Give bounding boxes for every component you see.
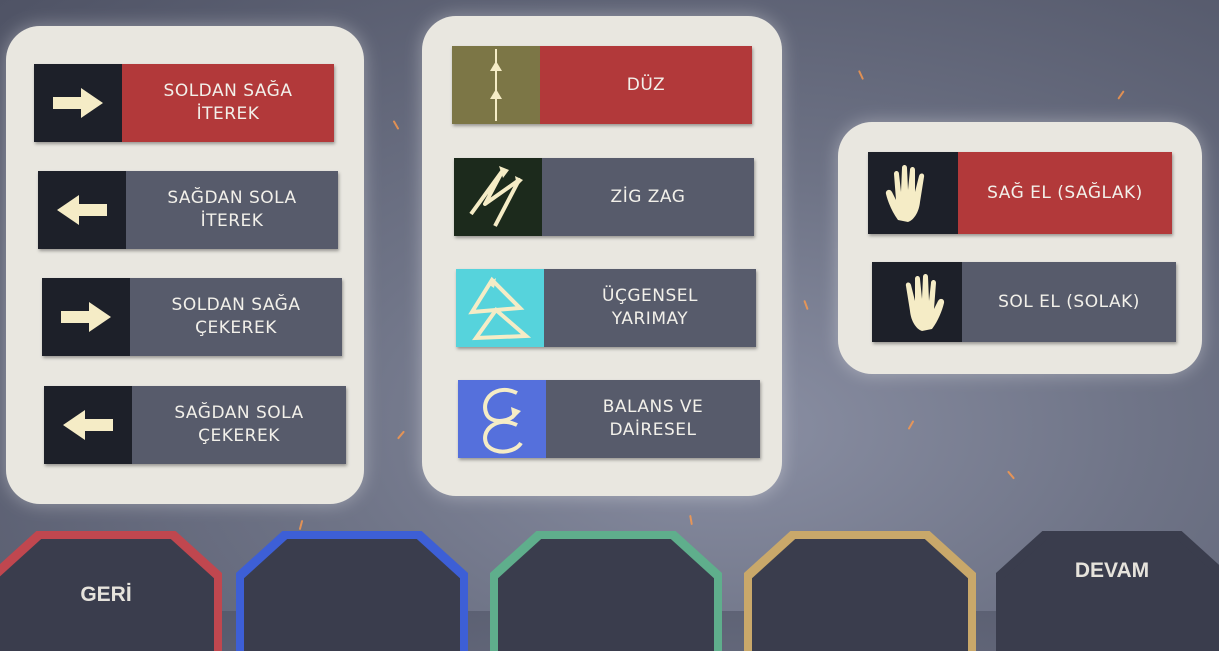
straight-line-icon bbox=[452, 46, 540, 124]
option-label: SAĞDAN SOLA İTEREK bbox=[126, 171, 338, 249]
option-label: ZİG ZAG bbox=[542, 158, 754, 236]
option-right-to-left-pull[interactable]: SAĞDAN SOLA ÇEKEREK bbox=[44, 386, 346, 464]
option-left-to-right-pull[interactable]: SOLDAN SAĞA ÇEKEREK bbox=[42, 278, 342, 356]
option-triangular-crescent[interactable]: ÜÇGENSEL YARIMAY bbox=[456, 269, 756, 347]
option-label: BALANS VE DAİRESEL bbox=[546, 380, 760, 458]
left-hand-icon bbox=[872, 262, 962, 342]
hand-panel: SAĞ EL (SAĞLAK) SOL EL (SOLAK) bbox=[838, 122, 1202, 374]
option-label: SAĞ EL (SAĞLAK) bbox=[958, 152, 1172, 234]
option-label: SOLDAN SAĞA ÇEKEREK bbox=[130, 278, 342, 356]
triangle-crescent-icon bbox=[456, 269, 544, 347]
pattern-panel: DÜZ ZİG ZAG ÜÇGENSEL YARIMAY BALANS VE D… bbox=[422, 16, 782, 496]
bottom-button-blue[interactable] bbox=[236, 531, 468, 651]
right-hand-icon bbox=[868, 152, 958, 234]
option-right-hand[interactable]: SAĞ EL (SAĞLAK) bbox=[868, 152, 1172, 234]
option-label: ÜÇGENSEL YARIMAY bbox=[544, 269, 756, 347]
arrow-left-icon bbox=[38, 171, 126, 249]
option-label: SOL EL (SOLAK) bbox=[962, 262, 1176, 342]
continue-button-label: DEVAM bbox=[1074, 559, 1150, 582]
arrow-right-icon bbox=[42, 278, 130, 356]
continue-button[interactable]: DEVAM bbox=[996, 531, 1219, 651]
arrow-left-icon bbox=[44, 386, 132, 464]
back-button[interactable]: GERİ bbox=[0, 531, 222, 651]
option-straight[interactable]: DÜZ bbox=[452, 46, 752, 124]
option-balance-circular[interactable]: BALANS VE DAİRESEL bbox=[458, 380, 760, 458]
option-zigzag[interactable]: ZİG ZAG bbox=[454, 158, 754, 236]
zigzag-icon bbox=[454, 158, 542, 236]
bottom-button-gold[interactable] bbox=[744, 531, 976, 651]
option-label: SOLDAN SAĞA İTEREK bbox=[122, 64, 334, 142]
back-button-label: GERİ bbox=[80, 583, 132, 606]
option-label: SAĞDAN SOLA ÇEKEREK bbox=[132, 386, 346, 464]
option-right-to-left-push[interactable]: SAĞDAN SOLA İTEREK bbox=[38, 171, 338, 249]
option-left-to-right-push[interactable]: SOLDAN SAĞA İTEREK bbox=[34, 64, 334, 142]
circular-icon bbox=[458, 380, 546, 458]
arrow-right-icon bbox=[34, 64, 122, 142]
option-left-hand[interactable]: SOL EL (SOLAK) bbox=[872, 262, 1176, 342]
bottom-button-green[interactable] bbox=[490, 531, 722, 651]
direction-panel: SOLDAN SAĞA İTEREK SAĞDAN SOLA İTEREK SO… bbox=[6, 26, 364, 504]
option-label: DÜZ bbox=[540, 46, 752, 124]
